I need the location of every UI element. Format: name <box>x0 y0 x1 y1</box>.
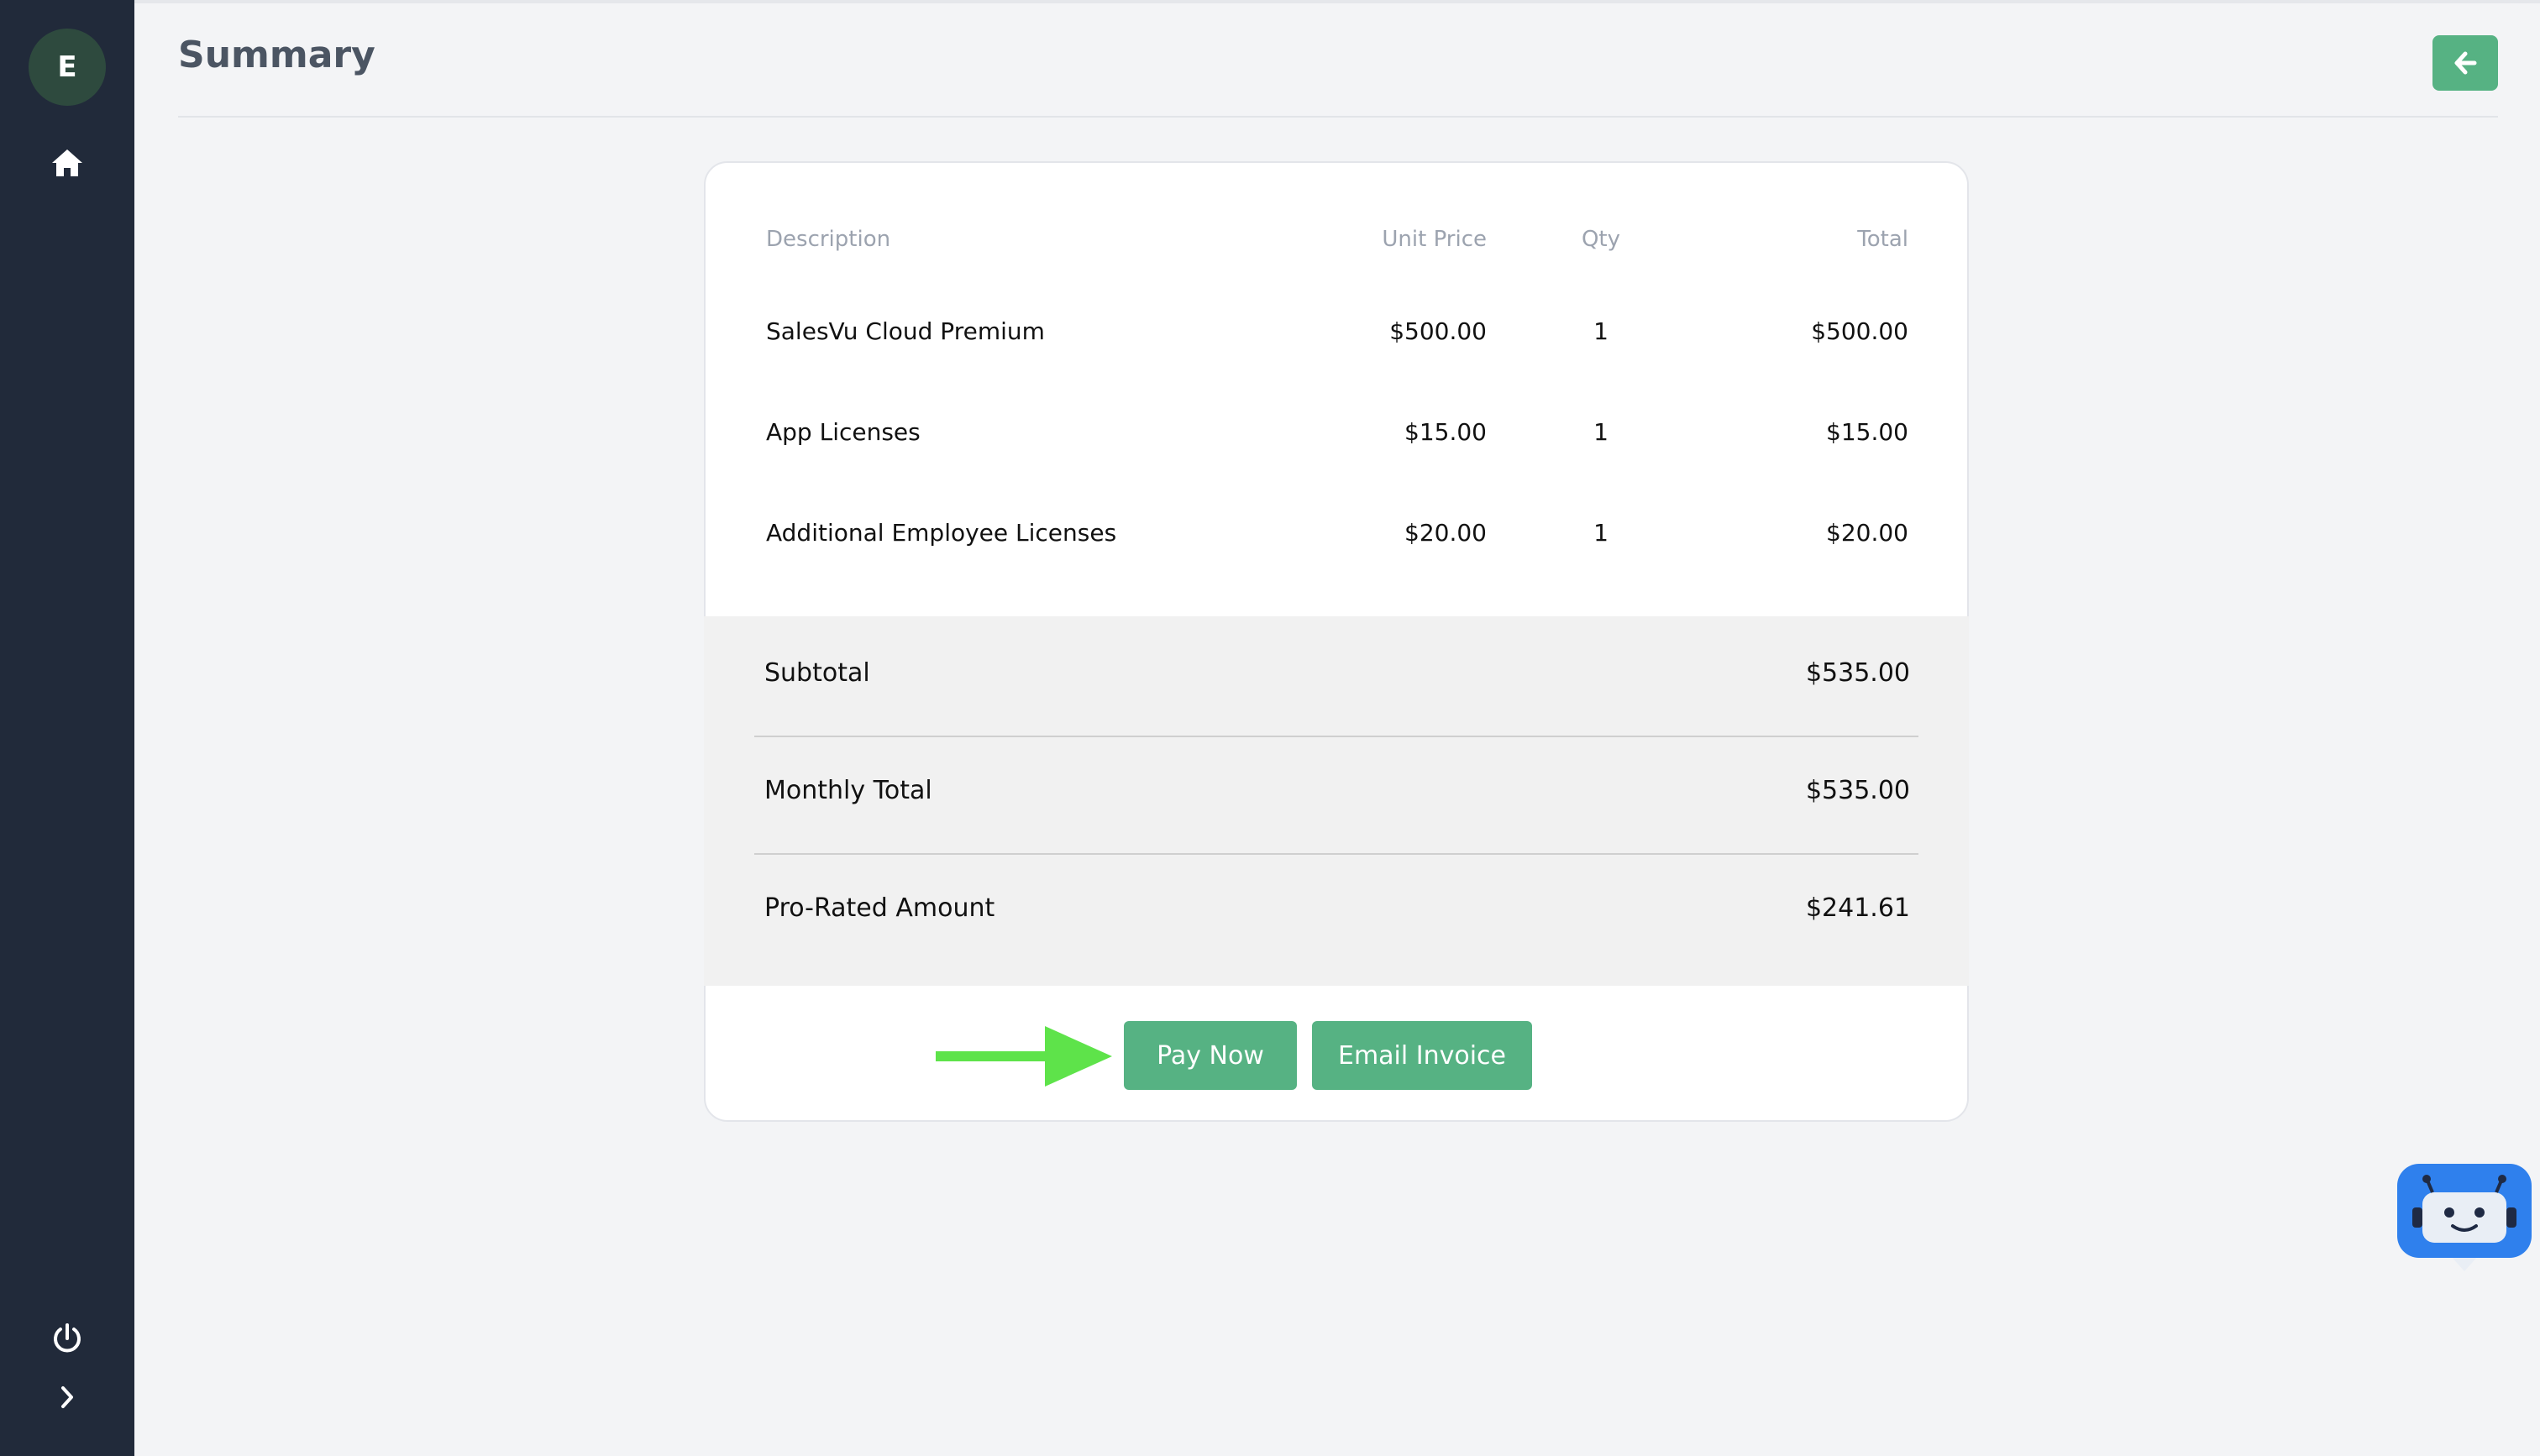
summary-divider <box>754 736 1918 737</box>
top-tab-strip <box>134 0 2540 3</box>
robot-icon <box>2397 1164 2532 1271</box>
header-divider <box>178 116 2498 118</box>
row-description: SalesVu Cloud Premium <box>766 317 1045 345</box>
pointer-arrow-icon <box>936 1026 1112 1087</box>
back-button[interactable] <box>2432 35 2498 91</box>
prorated-amount-value: $241.61 <box>1805 893 1910 923</box>
summary-divider <box>754 853 1918 855</box>
chevron-right-icon[interactable] <box>42 1372 92 1422</box>
column-header-qty: Qty <box>1581 227 1621 252</box>
subtotal-label: Subtotal <box>764 658 870 688</box>
email-invoice-button[interactable]: Email Invoice <box>1312 1021 1532 1090</box>
power-icon[interactable] <box>42 1313 92 1364</box>
column-header-unit-price: Unit Price <box>1382 227 1487 252</box>
pay-now-button[interactable]: Pay Now <box>1124 1021 1297 1090</box>
prorated-amount-label: Pro-Rated Amount <box>764 893 995 923</box>
sidebar: E <box>0 0 134 1456</box>
home-icon[interactable] <box>42 138 92 188</box>
row-unit-price: $15.00 <box>1404 418 1487 446</box>
row-description: Additional Employee Licenses <box>766 519 1117 547</box>
page-title: Summary <box>178 34 375 76</box>
row-qty: 1 <box>1593 418 1608 446</box>
row-qty: 1 <box>1593 519 1608 547</box>
row-total: $20.00 <box>1826 519 1908 547</box>
row-unit-price: $20.00 <box>1404 519 1487 547</box>
column-header-total: Total <box>1857 227 1908 252</box>
monthly-total-value: $535.00 <box>1805 776 1910 805</box>
row-total: $500.00 <box>1811 317 1908 345</box>
monthly-total-label: Monthly Total <box>764 776 932 805</box>
column-header-description: Description <box>766 227 891 252</box>
row-unit-price: $500.00 <box>1389 317 1487 345</box>
chatbot-launcher[interactable] <box>2397 1164 2532 1275</box>
row-qty: 1 <box>1593 317 1608 345</box>
subtotal-value: $535.00 <box>1805 658 1910 688</box>
avatar-initial: E <box>57 50 77 84</box>
arrow-left-icon <box>2454 51 2477 75</box>
row-total: $15.00 <box>1826 418 1908 446</box>
user-avatar[interactable]: E <box>29 29 106 106</box>
row-description: App Licenses <box>766 418 921 446</box>
